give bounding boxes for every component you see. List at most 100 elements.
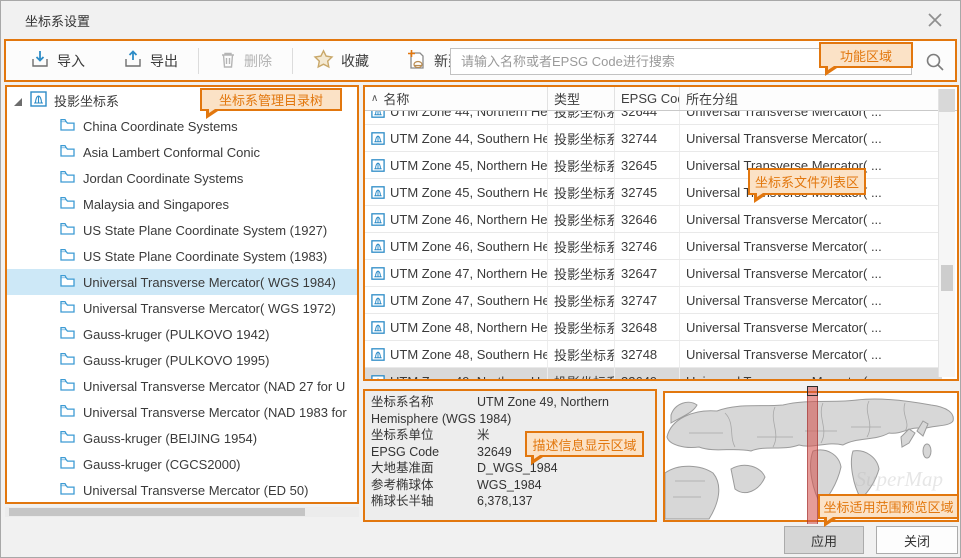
cell-group: Universal Transverse Mercator( ... bbox=[680, 314, 942, 340]
apply-button[interactable]: 应用 bbox=[784, 526, 864, 554]
folder-icon bbox=[60, 248, 75, 264]
table-row[interactable]: UTM Zone 47, Northern He... 投影坐标系 32647 … bbox=[365, 260, 942, 287]
tree-item[interactable]: Gauss-kruger (BEIJING 1954) bbox=[7, 425, 357, 451]
tree-item-label: Jordan Coordinate Systems bbox=[83, 171, 243, 186]
folder-icon bbox=[60, 456, 75, 472]
tree-item[interactable]: US State Plane Coordinate System (1983) bbox=[7, 243, 357, 269]
toolbar-region: 导入 导出 删除 收藏 bbox=[4, 39, 957, 82]
toolbar-separator bbox=[292, 48, 293, 74]
folder-icon bbox=[60, 170, 75, 186]
tree-item-label: US State Plane Coordinate System (1983) bbox=[83, 249, 327, 264]
expander-icon[interactable] bbox=[13, 95, 23, 105]
close-button[interactable]: 关闭 bbox=[876, 526, 958, 554]
details-label: 坐标系单位 bbox=[371, 427, 477, 444]
annotation-tree-area: 坐标系管理目录树 bbox=[200, 88, 342, 111]
table-row[interactable]: UTM Zone 47, Southern He... 投影坐标系 32747 … bbox=[365, 287, 942, 314]
tree-item[interactable]: Universal Transverse Mercator (ED 50) bbox=[7, 477, 357, 503]
cell-name: UTM Zone 47, Northern He... bbox=[390, 266, 548, 281]
table-row[interactable]: UTM Zone 44, Northern He... 投影坐标系 32644 … bbox=[365, 111, 942, 125]
annotation-table-area: 坐标系文件列表区 bbox=[748, 168, 866, 195]
tree-item-label: Gauss-kruger (PULKOVO 1995) bbox=[83, 353, 269, 368]
folder-icon bbox=[60, 378, 75, 394]
cell-name: UTM Zone 48, Southern He... bbox=[390, 347, 548, 362]
table-row[interactable]: UTM Zone 46, Northern He... 投影坐标系 32646 … bbox=[365, 206, 942, 233]
cell-epsg: 32745 bbox=[615, 179, 680, 205]
table-row[interactable]: UTM Zone 46, Southern He... 投影坐标系 32746 … bbox=[365, 233, 942, 260]
projection-icon bbox=[371, 159, 385, 172]
tree-item[interactable]: Jordan Coordinate Systems bbox=[7, 165, 357, 191]
projection-icon bbox=[371, 132, 385, 145]
tree-horizontal-scrollbar[interactable] bbox=[5, 507, 359, 517]
tree-item[interactable]: China Coordinate Systems bbox=[7, 113, 357, 139]
table-header-cell[interactable]: 所在分组 bbox=[680, 87, 957, 110]
cell-name: UTM Zone 46, Southern He... bbox=[390, 239, 548, 254]
favorite-button[interactable]: 收藏 bbox=[307, 45, 375, 76]
column-label: 名称 bbox=[383, 89, 409, 108]
export-button[interactable]: 导出 bbox=[117, 45, 184, 76]
folder-icon bbox=[60, 144, 75, 160]
tree-item[interactable]: US State Plane Coordinate System (1927) bbox=[7, 217, 357, 243]
details-label: EPSG Code bbox=[371, 444, 477, 461]
table-row[interactable]: UTM Zone 49, Northern He... 投影坐标系 32649 … bbox=[365, 368, 942, 381]
tree-item-label: Gauss-kruger (BEIJING 1954) bbox=[83, 431, 257, 446]
projection-icon bbox=[371, 375, 385, 382]
projection-icon bbox=[371, 348, 385, 361]
cell-name: UTM Zone 44, Southern He... bbox=[390, 131, 548, 146]
cell-type: 投影坐标系 bbox=[548, 287, 615, 313]
details-row: 椭球长半轴6,378,137 bbox=[371, 493, 649, 510]
cell-epsg: 32746 bbox=[615, 233, 680, 259]
tree-item[interactable]: Gauss-kruger (PULKOVO 1995) bbox=[7, 347, 357, 373]
tree-item[interactable]: Gauss-kruger (PULKOVO 1942) bbox=[7, 321, 357, 347]
favorite-star-icon bbox=[313, 49, 334, 72]
tree-item[interactable]: Universal Transverse Mercator (NAD 27 fo… bbox=[7, 373, 357, 399]
delete-label: 删除 bbox=[244, 51, 272, 71]
tree-item-label: Asia Lambert Conformal Conic bbox=[83, 145, 260, 160]
search-icon[interactable] bbox=[924, 51, 946, 76]
projection-icon bbox=[371, 186, 385, 199]
title-bar: 坐标系设置 bbox=[1, 1, 960, 38]
import-button[interactable]: 导入 bbox=[24, 45, 91, 76]
tree-item[interactable]: Gauss-kruger (CGCS2000) bbox=[7, 451, 357, 477]
scrollbar-header-corner bbox=[939, 89, 955, 112]
projection-icon bbox=[371, 294, 385, 307]
tree-item-label: Gauss-kruger (CGCS2000) bbox=[83, 457, 241, 472]
table-body: UTM Zone 44, Northern He... 投影坐标系 32644 … bbox=[365, 111, 957, 381]
tree-item[interactable]: Universal Transverse Mercator( WGS 1984) bbox=[7, 269, 357, 295]
folder-icon bbox=[60, 430, 75, 446]
export-icon bbox=[123, 49, 143, 72]
table-row[interactable]: UTM Zone 48, Southern He... 投影坐标系 32748 … bbox=[365, 341, 942, 368]
tree-item-label: Universal Transverse Mercator( WGS 1984) bbox=[83, 275, 336, 290]
tree-item-label: US State Plane Coordinate System (1927) bbox=[83, 223, 327, 238]
column-label: EPSG Code bbox=[621, 91, 680, 106]
tree-item[interactable]: Malaysia and Singapores bbox=[7, 191, 357, 217]
import-label: 导入 bbox=[57, 51, 85, 71]
details-label: 坐标系名称 bbox=[371, 394, 477, 411]
cell-type: 投影坐标系 bbox=[548, 233, 615, 259]
folder-icon bbox=[60, 352, 75, 368]
cell-group: Universal Transverse Mercator( ... bbox=[680, 111, 942, 125]
table-row[interactable]: UTM Zone 44, Southern He... 投影坐标系 32744 … bbox=[365, 125, 942, 152]
close-icon[interactable] bbox=[926, 11, 944, 29]
cell-epsg: 32649 bbox=[615, 368, 680, 381]
delete-button[interactable]: 删除 bbox=[213, 46, 278, 76]
cell-epsg: 32645 bbox=[615, 152, 680, 178]
table-vertical-scrollbar[interactable] bbox=[938, 89, 955, 377]
projection-icon bbox=[371, 213, 385, 226]
table-row[interactable]: UTM Zone 48, Northern He... 投影坐标系 32648 … bbox=[365, 314, 942, 341]
folder-icon bbox=[60, 222, 75, 238]
table-header-cell[interactable]: ∧ 名称 bbox=[365, 87, 548, 110]
table-header-cell[interactable]: 类型 bbox=[548, 87, 615, 110]
cell-type: 投影坐标系 bbox=[548, 152, 615, 178]
tree-item-list: China Coordinate Systems Asia Lambert Co… bbox=[7, 113, 357, 503]
details-row: 坐标系名称UTM Zone 49, Northern Hemisphere (W… bbox=[371, 394, 649, 427]
sort-ascending-icon: ∧ bbox=[371, 93, 378, 104]
tree-root-label: 投影坐标系 bbox=[54, 91, 119, 110]
scrollbar-thumb[interactable] bbox=[9, 508, 305, 516]
projection-icon bbox=[371, 321, 385, 334]
cell-name: UTM Zone 49, Northern He... bbox=[390, 374, 548, 382]
tree-item[interactable]: Asia Lambert Conformal Conic bbox=[7, 139, 357, 165]
tree-item[interactable]: Universal Transverse Mercator( WGS 1972) bbox=[7, 295, 357, 321]
table-header-cell[interactable]: EPSG Code bbox=[615, 87, 680, 110]
tree-item[interactable]: Universal Transverse Mercator (NAD 1983 … bbox=[7, 399, 357, 425]
scrollbar-thumb[interactable] bbox=[941, 265, 953, 291]
